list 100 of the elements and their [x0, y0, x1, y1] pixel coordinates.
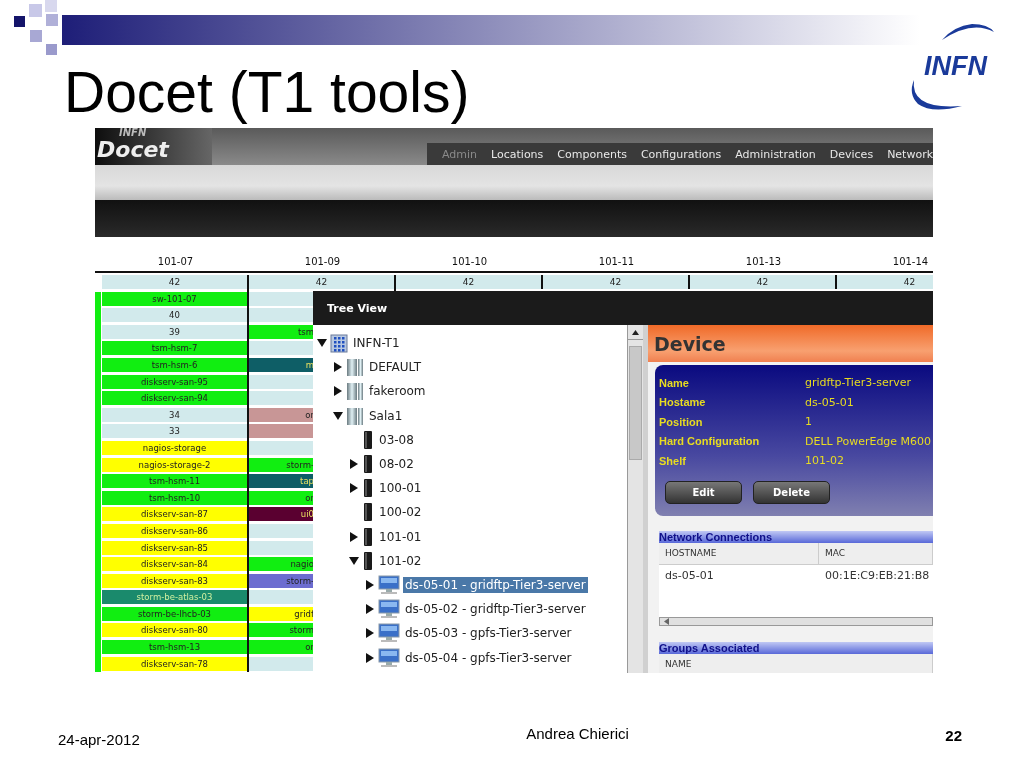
- table-header[interactable]: NAME: [659, 653, 933, 673]
- table-cell-text: 00:1E:C9:EB:21:B8: [824, 568, 931, 584]
- action-button[interactable]: Edit: [665, 480, 742, 504]
- tree-item[interactable]: fakeroom: [367, 383, 428, 400]
- column-header: 101-07: [156, 256, 195, 267]
- caret-icon[interactable]: [365, 628, 375, 639]
- slot-count-cell: 42: [543, 275, 690, 289]
- cabinet-icon: [346, 381, 364, 402]
- cabinet-icon: [346, 405, 364, 426]
- slot-count-cell: 42: [690, 275, 837, 289]
- rack-cell: diskserv-san-94: [102, 391, 247, 406]
- nav-item[interactable]: Network: [880, 147, 933, 161]
- field-value: ds-05-01: [805, 395, 855, 409]
- window-title: Tree View: [327, 301, 388, 315]
- rack-cell: nagios-storage: [102, 440, 247, 455]
- caret-icon[interactable]: [365, 604, 375, 615]
- logo-subtitle: INFN: [119, 128, 148, 138]
- rack-cell: 39: [102, 324, 247, 339]
- tree-item[interactable]: ds-05-02 - gridftp-Tier3-server: [403, 601, 588, 618]
- monitor-icon: [378, 623, 400, 644]
- tree-item[interactable]: ds-05-03 - gpfs-Tier3-server: [403, 625, 574, 642]
- panel-title: Device: [654, 332, 726, 355]
- cabinet-icon: [346, 357, 364, 378]
- action-button[interactable]: Delete: [753, 480, 830, 504]
- caret-icon[interactable]: [349, 483, 359, 494]
- table-header[interactable]: MAC: [819, 542, 933, 564]
- section-title: Network Connections: [659, 530, 773, 543]
- caret-icon[interactable]: [349, 531, 359, 542]
- rack-cell: diskserv-san-83: [102, 573, 247, 588]
- slot-count-cell: 42: [396, 275, 543, 289]
- field-value: gridftp-Tier3-server: [805, 376, 912, 390]
- rack-icon: [362, 478, 374, 499]
- caret-icon[interactable]: [349, 459, 359, 470]
- tree-item[interactable]: 03-08: [377, 431, 416, 448]
- page-number: 22: [945, 727, 962, 744]
- section-title: Groups Associated: [659, 641, 760, 654]
- column-header: 101-11: [597, 256, 636, 267]
- field-value: 101-02: [805, 454, 845, 468]
- rack-cell: diskserv-san-78: [102, 656, 247, 671]
- monitor-icon: [378, 574, 400, 595]
- nav-item[interactable]: Components: [550, 147, 634, 161]
- rack-icon: [362, 502, 374, 523]
- monitor-icon: [378, 647, 400, 668]
- rack-icon: [362, 550, 374, 571]
- tree-item[interactable]: ds-05-01 - gridftp-Tier3-server: [403, 576, 588, 593]
- scroll-thumb[interactable]: [629, 346, 642, 460]
- nav-item[interactable]: Locations: [484, 147, 551, 161]
- scroll-left-icon[interactable]: [664, 617, 669, 625]
- field-value: DELL PowerEdge M600: [805, 434, 933, 448]
- field-label: Hostame: [659, 396, 707, 409]
- caret-icon[interactable]: [349, 555, 359, 566]
- column-header: 101-09: [303, 256, 342, 267]
- nav-item[interactable]: Devices: [822, 147, 881, 161]
- column-header: 101-14: [891, 256, 930, 267]
- slot-count-cell: 42: [837, 275, 933, 289]
- slide-author: Andrea Chierici: [525, 725, 630, 742]
- rack-cell: tsm-hsm-10: [102, 490, 247, 505]
- logo-text: INFN: [924, 51, 987, 82]
- column-header: 101-13: [744, 256, 783, 267]
- caret-icon[interactable]: [333, 362, 343, 373]
- rack-cell: nagios-storage-2: [102, 457, 247, 472]
- horizontal-scrollbar[interactable]: [659, 616, 933, 626]
- table-cell-text: ds-05-01: [664, 568, 715, 584]
- building-icon: [330, 333, 348, 354]
- slot-count-cell: 42: [102, 275, 249, 289]
- caret-icon[interactable]: [333, 410, 343, 421]
- slide-title: Docet (T1 tools): [64, 62, 470, 122]
- nav-item[interactable]: Configurations: [633, 147, 729, 161]
- vertical-scrollbar[interactable]: [627, 325, 643, 673]
- slide-date: 24-apr-2012: [58, 731, 140, 748]
- scroll-up-icon[interactable]: [632, 329, 639, 335]
- rack-cell: storm-be-atlas-03: [102, 590, 247, 605]
- field-label: Position: [659, 415, 704, 428]
- rack-icon: [362, 454, 374, 475]
- tree-item[interactable]: ds-05-04 - gpfs-Tier3-server: [403, 649, 574, 666]
- rack-cell: 33: [102, 424, 247, 439]
- rack-cell: diskserv-san-85: [102, 540, 247, 555]
- column-header: 101-10: [450, 256, 489, 267]
- table-header[interactable]: HOSTNAME: [659, 542, 819, 564]
- rack-cell: tsm-hsm-6: [102, 357, 247, 372]
- rack-cell: tsm-hsm-7: [102, 341, 247, 356]
- rack-cell: tsm-hsm-11: [102, 474, 247, 489]
- caret-icon[interactable]: [333, 386, 343, 397]
- caret-icon[interactable]: [317, 338, 327, 349]
- nav-item[interactable]: Administration: [728, 147, 823, 161]
- rack-icon: [362, 429, 374, 450]
- field-label: Name: [659, 376, 690, 389]
- rack-cell: diskserv-san-84: [102, 557, 247, 572]
- rack-cell: storm-be-lhcb-03: [102, 606, 247, 621]
- rack-icon: [362, 526, 374, 547]
- tree-item[interactable]: 101-01: [377, 528, 424, 545]
- field-value: 1: [805, 415, 813, 429]
- caret-icon[interactable]: [365, 652, 375, 663]
- field-label: Shelf: [659, 454, 687, 467]
- field-label: Hard Configuration: [659, 435, 761, 448]
- app-logo: Docet: [97, 138, 171, 162]
- rack-cell: diskserv-san-95: [102, 374, 247, 389]
- caret-icon[interactable]: [365, 579, 375, 590]
- rack-cell: diskserv-san-80: [102, 623, 247, 638]
- rack-cell: tsm-hsm-13: [102, 640, 247, 655]
